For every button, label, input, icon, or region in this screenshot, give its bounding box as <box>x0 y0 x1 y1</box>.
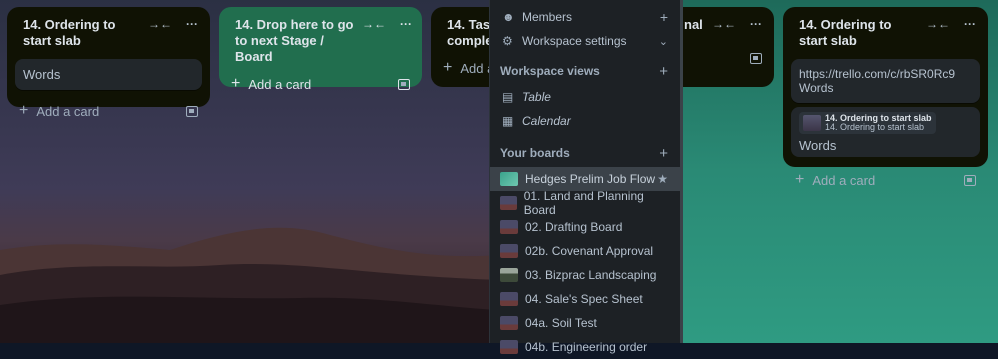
section-title: Workspace views <box>500 64 600 78</box>
add-card-label: Add a card <box>36 103 100 119</box>
list-drop-here: 14. Drop here to go to next Stage / Boar… <box>219 7 422 92</box>
plus-icon[interactable]: + <box>659 63 668 80</box>
card-template-icon[interactable] <box>964 174 976 186</box>
attachment-thumbnail <box>803 115 821 131</box>
sidebar-item-label: Calendar <box>522 114 571 128</box>
more-icon[interactable]: ··· <box>964 17 976 31</box>
add-card-button[interactable]: + Add a card <box>219 71 422 101</box>
attachment-preview: 14. Ordering to start slab 14. Ordering … <box>799 112 936 134</box>
board-item[interactable]: 04. Sale's Spec Sheet <box>490 287 680 311</box>
more-icon[interactable]: ··· <box>186 17 198 31</box>
card[interactable]: Words <box>15 59 202 90</box>
card-title: Words <box>799 138 837 153</box>
chevron-down-icon[interactable]: ⌄ <box>659 35 668 48</box>
board-thumbnail <box>500 340 518 354</box>
board-thumbnail <box>500 316 518 330</box>
plus-icon: + <box>443 59 453 76</box>
card-template-icon[interactable] <box>398 78 410 90</box>
list-title[interactable]: 14. Drop here to go to next Stage / Boar… <box>235 17 354 65</box>
board-item[interactable]: 03. Bizprac Landscaping <box>490 263 680 287</box>
sidebar-item-calendar[interactable]: ▦ Calendar <box>490 109 680 133</box>
workspace-sidebar: ☻ Members + ⚙ Workspace settings ⌄ Works… <box>489 0 683 354</box>
board-item[interactable]: 04b. Engineering order <box>490 335 680 359</box>
sidebar-item-workspace-settings[interactable]: ⚙ Workspace settings ⌄ <box>490 29 680 53</box>
collapse-list-icon[interactable]: →← <box>712 17 736 31</box>
more-icon[interactable]: ··· <box>750 17 762 31</box>
plus-icon[interactable]: + <box>660 9 668 25</box>
board-item[interactable]: 04a. Soil Test <box>490 311 680 335</box>
plus-icon: + <box>231 75 241 92</box>
card-title: Words <box>23 67 61 82</box>
sidebar-item-label: Workspace settings <box>522 34 627 48</box>
sidebar-item-label: Members <box>522 10 573 24</box>
list-header: 14. Drop here to go to next Stage / Boar… <box>219 7 422 71</box>
board-label: 02b. Covenant Approval <box>525 244 654 258</box>
board-thumbnail <box>500 172 518 186</box>
add-card-button[interactable]: + Add a card <box>783 161 988 197</box>
gear-icon: ⚙ <box>502 34 513 48</box>
add-card-button[interactable]: + Add a card <box>7 94 210 128</box>
plus-icon[interactable]: + <box>659 145 668 162</box>
plus-icon: + <box>795 171 805 188</box>
desert-dunes-image <box>0 227 500 343</box>
attachment-subtitle: 14. Ordering to start slab <box>825 122 925 132</box>
board-item[interactable]: 02b. Covenant Approval <box>490 239 680 263</box>
collapse-list-icon[interactable]: →← <box>148 17 172 31</box>
board-thumbnail <box>500 196 517 210</box>
member-icon: ☻ <box>502 10 515 24</box>
table-icon: ▤ <box>502 90 514 104</box>
board-label: 02. Drafting Board <box>525 220 623 234</box>
more-icon[interactable]: ··· <box>400 17 412 31</box>
card-template-icon[interactable] <box>186 105 198 117</box>
list-title[interactable]: 14. Ordering to start slab <box>23 17 140 49</box>
star-icon[interactable]: ★ <box>657 172 668 186</box>
collapse-list-icon[interactable]: →← <box>926 17 950 31</box>
section-your-boards: Your boards + <box>490 139 680 167</box>
board-thumbnail <box>500 220 518 234</box>
list-ordering-to-start-slab: 14. Ordering to start slab →← ··· Words … <box>7 7 210 119</box>
section-title: Your boards <box>500 146 570 160</box>
board-label: 01. Land and Planning Board <box>523 189 644 217</box>
board-label: 04. Sale's Spec Sheet <box>525 292 643 306</box>
list-title[interactable]: nal <box>684 17 703 33</box>
board-thumbnail <box>500 244 518 258</box>
board-thumbnail <box>500 292 518 306</box>
list-header: 14. Ordering to start slab →← ··· <box>7 7 210 55</box>
calendar-icon: ▦ <box>502 114 514 128</box>
add-card-label: Add a card <box>248 76 312 92</box>
list-header: 14. Ordering to start slab →← ··· <box>783 7 988 55</box>
link-card-text: https://trello.com/c/rbSR0Rc9 Words <box>799 67 956 95</box>
card-template-icon[interactable] <box>750 53 762 64</box>
board-label: Hedges Prelim Job Flow <box>525 172 656 186</box>
board-label: 04b. Engineering order <box>525 340 648 354</box>
link-card[interactable]: https://trello.com/c/rbSR0Rc9 Words <box>791 59 980 103</box>
add-card-label: Add a card <box>812 172 876 188</box>
board-item[interactable]: Hedges Prelim Job Flow ★ <box>490 167 680 191</box>
board-label: 04a. Soil Test <box>525 316 597 330</box>
board-item[interactable]: 01. Land and Planning Board <box>490 189 680 217</box>
cover-card[interactable]: 14. Ordering to start slab 14. Ordering … <box>791 107 980 157</box>
plus-icon: + <box>19 102 29 119</box>
collapse-list-icon[interactable]: →← <box>362 17 386 31</box>
section-workspace-views: Workspace views + <box>490 57 680 85</box>
list-title[interactable]: 14. Ordering to start slab <box>799 17 918 49</box>
board-item[interactable]: 02. Drafting Board <box>490 215 680 239</box>
board-thumbnail <box>500 268 518 282</box>
sidebar-item-table[interactable]: ▤ Table <box>490 85 680 109</box>
list-ordering-to-start-slab-2: 14. Ordering to start slab →← ··· https:… <box>783 7 988 188</box>
board-label: 03. Bizprac Landscaping <box>525 268 657 282</box>
sidebar-item-members[interactable]: ☻ Members + <box>490 5 680 29</box>
sidebar-item-label: Table <box>522 90 551 104</box>
